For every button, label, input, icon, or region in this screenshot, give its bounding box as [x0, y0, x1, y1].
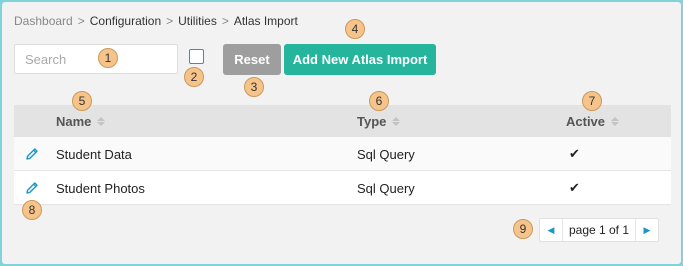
callout-badge-6: 6 — [369, 91, 389, 111]
breadcrumb-separator: > — [77, 14, 85, 28]
table-row: Student Photos Sql Query ✔ — [14, 171, 671, 205]
breadcrumb: Dashboard > Configuration > Utilities > … — [14, 14, 298, 28]
reset-button[interactable]: Reset — [223, 44, 281, 75]
table-header: Name Type Active — [14, 105, 671, 137]
column-header-type[interactable]: Type — [357, 114, 401, 129]
callout-badge-1: 1 — [98, 48, 118, 68]
caret-left-icon[interactable]: ◀ — [540, 219, 562, 241]
active-check-icon: ✔ — [569, 180, 580, 195]
add-new-atlas-import-button[interactable]: Add New Atlas Import — [284, 44, 436, 75]
page-indicator: page 1 of 1 — [562, 219, 636, 241]
column-header-active[interactable]: Active — [566, 114, 620, 129]
callout-badge-7: 7 — [582, 91, 602, 111]
active-check-icon: ✔ — [569, 146, 580, 161]
callout-badge-4: 4 — [345, 19, 365, 39]
pencil-edit-icon[interactable] — [24, 180, 40, 196]
callout-badge-8: 8 — [22, 200, 42, 220]
main-panel: Dashboard > Configuration > Utilities > … — [2, 2, 681, 264]
breadcrumb-utilities[interactable]: Utilities — [178, 14, 217, 28]
caret-right-icon[interactable]: ▶ — [636, 219, 658, 241]
search-input[interactable] — [14, 44, 178, 74]
breadcrumb-atlas-import: Atlas Import — [233, 14, 298, 28]
pencil-edit-icon[interactable] — [24, 146, 40, 162]
filter-checkbox[interactable] — [189, 49, 204, 64]
column-header-label: Active — [566, 114, 606, 129]
column-header-name[interactable]: Name — [56, 114, 106, 129]
column-header-label: Name — [56, 114, 92, 129]
breadcrumb-separator: > — [221, 14, 229, 28]
cell-type: Sql Query — [357, 147, 415, 162]
callout-badge-5: 5 — [72, 91, 92, 111]
sort-icon — [611, 117, 620, 126]
sort-icon — [97, 117, 106, 126]
cell-type: Sql Query — [357, 181, 415, 196]
cell-name: Student Photos — [56, 181, 145, 196]
pagination: ◀ page 1 of 1 ▶ — [539, 218, 659, 242]
imports-table: Name Type Active Student Data Sql Query … — [14, 105, 671, 205]
table-row: Student Data Sql Query ✔ — [14, 137, 671, 171]
callout-badge-9: 9 — [513, 219, 533, 239]
breadcrumb-separator: > — [166, 14, 174, 28]
column-header-label: Type — [357, 114, 387, 129]
breadcrumb-configuration[interactable]: Configuration — [90, 14, 161, 28]
breadcrumb-dashboard[interactable]: Dashboard — [14, 14, 73, 28]
callout-badge-3: 3 — [244, 77, 264, 97]
sort-icon — [392, 117, 401, 126]
callout-badge-2: 2 — [184, 67, 204, 87]
cell-name: Student Data — [56, 147, 132, 162]
